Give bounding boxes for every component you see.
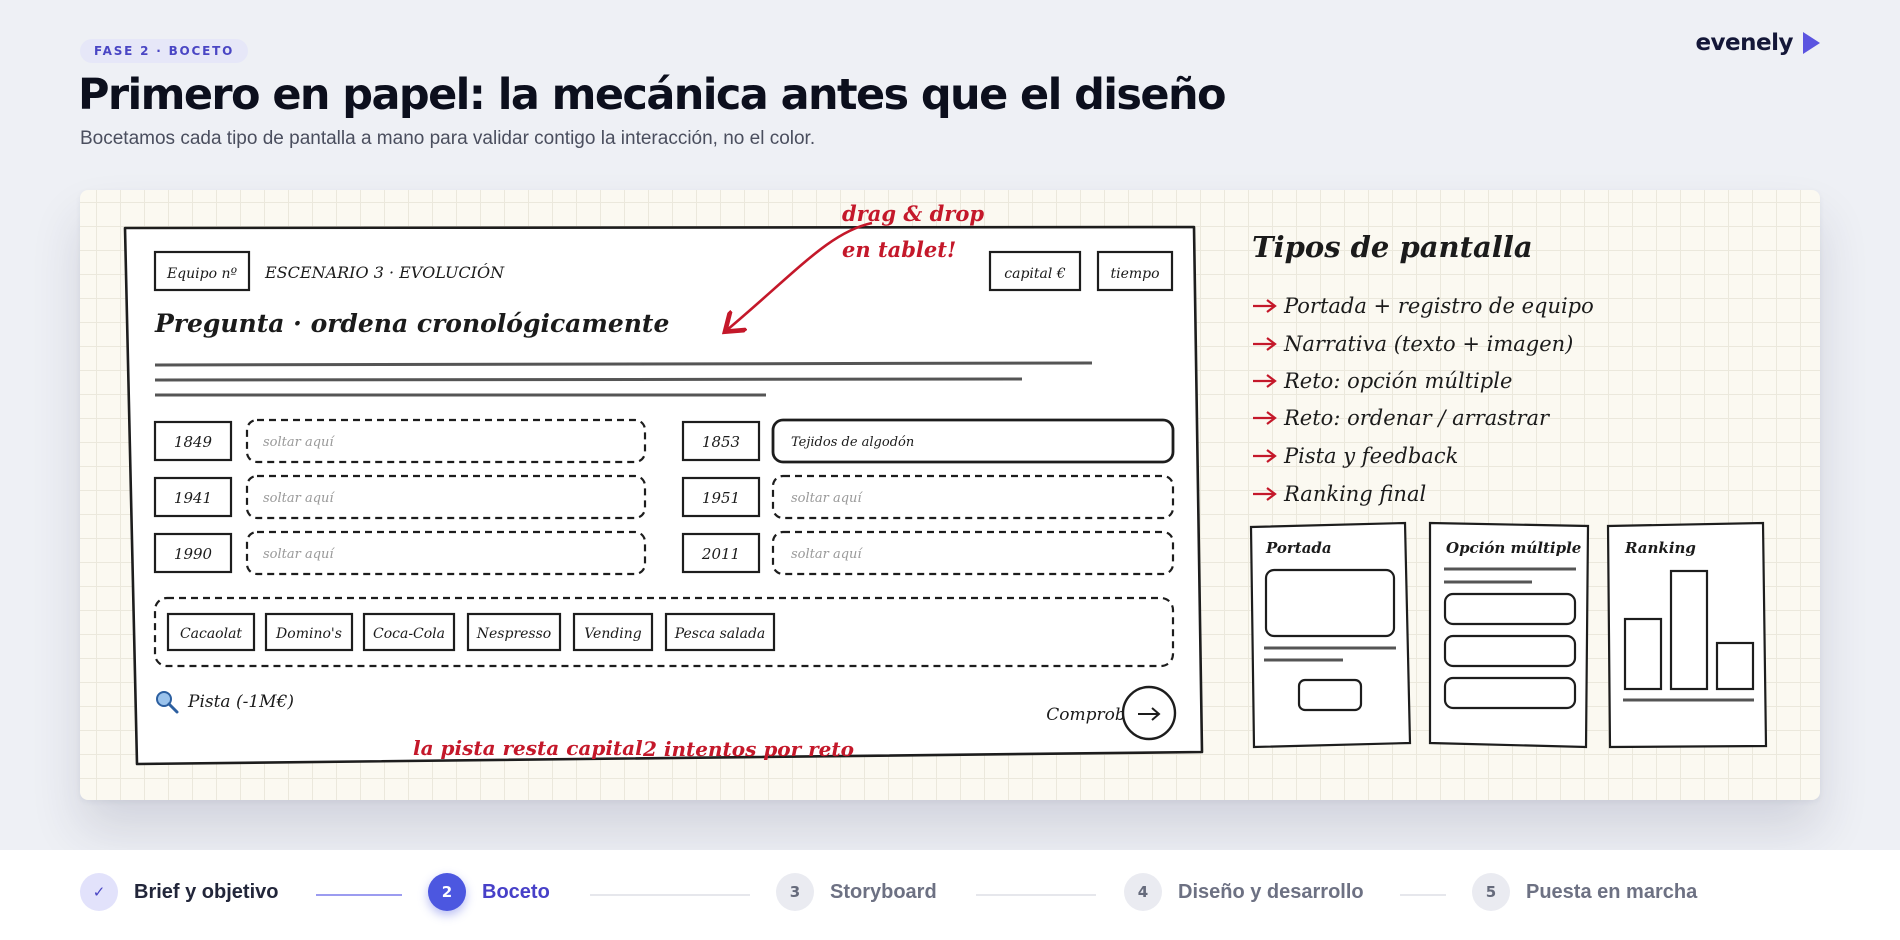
thumb-portada: Portada (1249, 521, 1412, 749)
arrow-right-icon (1253, 374, 1277, 388)
draggable-chip[interactable]: Domino's (264, 612, 354, 652)
draggable-chip[interactable]: Coca-Cola (362, 612, 456, 652)
step-number: 5 (1472, 873, 1510, 911)
page-subtitle: Bocetamos cada tipo de pantalla a mano p… (80, 128, 816, 149)
sketch-board: Equipo nº ESCENARIO 3 · EVOLUCIÓN capita… (80, 190, 1820, 800)
text-line (154, 377, 1023, 382)
logo-text: evenely (1695, 30, 1793, 56)
time-box: tiempo (1096, 250, 1174, 292)
svg-text:Vending: Vending (584, 626, 642, 642)
screen-type-item: Ranking final (1253, 482, 1426, 506)
svg-text:Portada: Portada (1265, 539, 1332, 557)
step-label: Storyboard (830, 880, 937, 903)
svg-text:Coca-Cola: Coca-Cola (373, 626, 445, 642)
thumb-opcion-multiple: Opción múltiple (1428, 521, 1590, 749)
checkmark-icon: ✓ (80, 873, 118, 911)
question-heading: Pregunta · ordena cronológicamente (154, 309, 669, 338)
step-label: Puesta en marcha (1526, 880, 1698, 903)
sketch-canvas: Equipo nº ESCENARIO 3 · EVOLUCIÓN capita… (123, 201, 1768, 766)
step-label: Diseño y desarrollo (1178, 880, 1364, 903)
thumb-ranking: Ranking (1606, 521, 1768, 749)
drop-placeholder: soltar aquí (791, 547, 863, 562)
screen-type-item: Portada + registro de equipo (1253, 294, 1594, 318)
svg-text:Reto: ordenar / arrastrar: Reto: ordenar / arrastrar (1283, 406, 1551, 430)
timeline-row[interactable]: 1849 soltar aquí (153, 418, 647, 464)
annotation-attempts: 2 intentos por reto (642, 737, 854, 761)
arrow-right-icon (1253, 487, 1277, 501)
step-brief[interactable]: ✓ Brief y objetivo (80, 873, 278, 911)
team-label: Equipo nº (166, 266, 238, 282)
step-label: Brief y objetivo (134, 880, 279, 903)
svg-text:Narrativa (texto + imagen): Narrativa (texto + imagen) (1283, 332, 1573, 356)
step-number: 2 (428, 873, 466, 911)
step-label: Boceto (482, 880, 550, 903)
year-label: 1853 (702, 433, 740, 451)
arrow-right-icon (1253, 337, 1277, 351)
time-label: tiempo (1110, 266, 1159, 282)
brand-logo[interactable]: evenely (1695, 30, 1820, 56)
svg-text:Domino's: Domino's (275, 626, 342, 642)
drop-placeholder: soltar aquí (263, 491, 335, 506)
team-box: Equipo nº (153, 250, 251, 292)
step-storyboard[interactable]: 3 Storyboard (776, 873, 937, 911)
step-number: 3 (776, 873, 814, 911)
page-title: Primero en papel: la mecánica antes que … (78, 70, 1227, 120)
drop-placeholder: soltar aquí (791, 491, 863, 506)
year-label: 2011 (701, 545, 740, 563)
year-label: 1951 (702, 489, 740, 507)
timeline-row[interactable]: 1853 Tejidos de algodón (681, 418, 1175, 464)
year-label: 1849 (174, 433, 213, 451)
step-connector (976, 894, 1096, 896)
drop-placeholder: soltar aquí (263, 435, 335, 450)
hint-label: Pista (-1M€) (187, 692, 294, 712)
step-puesta-en-marcha[interactable]: 5 Puesta en marcha (1472, 873, 1697, 911)
arrow-right-icon (1253, 299, 1277, 313)
annotation-hint: la pista resta capital (413, 736, 643, 760)
timeline-row[interactable]: 1951 soltar aquí (681, 474, 1175, 520)
step-connector (590, 894, 750, 896)
capital-label: capital € (1004, 266, 1066, 282)
svg-text:Ranking final: Ranking final (1283, 482, 1426, 506)
svg-text:Pesca salada: Pesca salada (674, 626, 766, 642)
screen-types-title: Tipos de pantalla (1252, 230, 1533, 264)
drop-placeholder: soltar aquí (263, 547, 335, 562)
svg-text:Nespresso: Nespresso (476, 626, 551, 642)
annotation-tablet: en tablet! (842, 237, 956, 262)
svg-text:Reto: opción múltiple: Reto: opción múltiple (1283, 369, 1512, 393)
screen-type-item: Reto: opción múltiple (1253, 369, 1512, 393)
svg-text:Opción múltiple: Opción múltiple (1446, 539, 1581, 557)
year-label: 1941 (174, 489, 212, 507)
step-boceto[interactable]: 2 Boceto (428, 873, 550, 911)
screen-type-item: Reto: ordenar / arrastrar (1253, 406, 1551, 430)
draggable-chip[interactable]: Pesca salada (664, 612, 776, 652)
step-number: 4 (1124, 873, 1162, 911)
timeline-row[interactable]: 1941 soltar aquí (153, 474, 647, 520)
screen-type-item: Narrativa (texto + imagen) (1253, 332, 1573, 356)
year-label: 1990 (174, 545, 213, 563)
step-connector (1400, 894, 1446, 896)
filled-slot-label: Tejidos de algodón (791, 435, 914, 450)
draggable-chip[interactable]: Cacaolat (166, 612, 256, 652)
capital-box: capital € (988, 250, 1082, 292)
arrow-right-icon (1253, 411, 1277, 425)
svg-text:Cacaolat: Cacaolat (180, 626, 242, 642)
process-stepper: ✓ Brief y objetivo 2 Boceto 3 Storyboard… (0, 850, 1900, 940)
play-icon (1803, 32, 1820, 54)
scenario-label: ESCENARIO 3 · EVOLUCIÓN (264, 262, 505, 282)
svg-text:Portada + registro de equipo: Portada + registro de equipo (1283, 294, 1594, 318)
screen-type-item: Pista y feedback (1253, 444, 1458, 468)
svg-text:Pista y feedback: Pista y feedback (1283, 444, 1458, 468)
text-line (154, 361, 1093, 367)
step-diseno[interactable]: 4 Diseño y desarrollo (1124, 873, 1364, 911)
draggable-chip[interactable]: Vending (572, 612, 654, 652)
draggable-chip[interactable]: Nespresso (466, 612, 562, 652)
annotation-drag: drag & drop (842, 201, 984, 226)
timeline-row[interactable]: 1990 soltar aquí (153, 530, 647, 576)
arrow-right-icon (1253, 449, 1277, 463)
phase-badge: FASE 2 · BOCETO (80, 39, 249, 63)
timeline-row[interactable]: 2011 soltar aquí (681, 530, 1175, 576)
svg-text:Ranking: Ranking (1624, 539, 1696, 557)
step-connector (316, 894, 402, 896)
